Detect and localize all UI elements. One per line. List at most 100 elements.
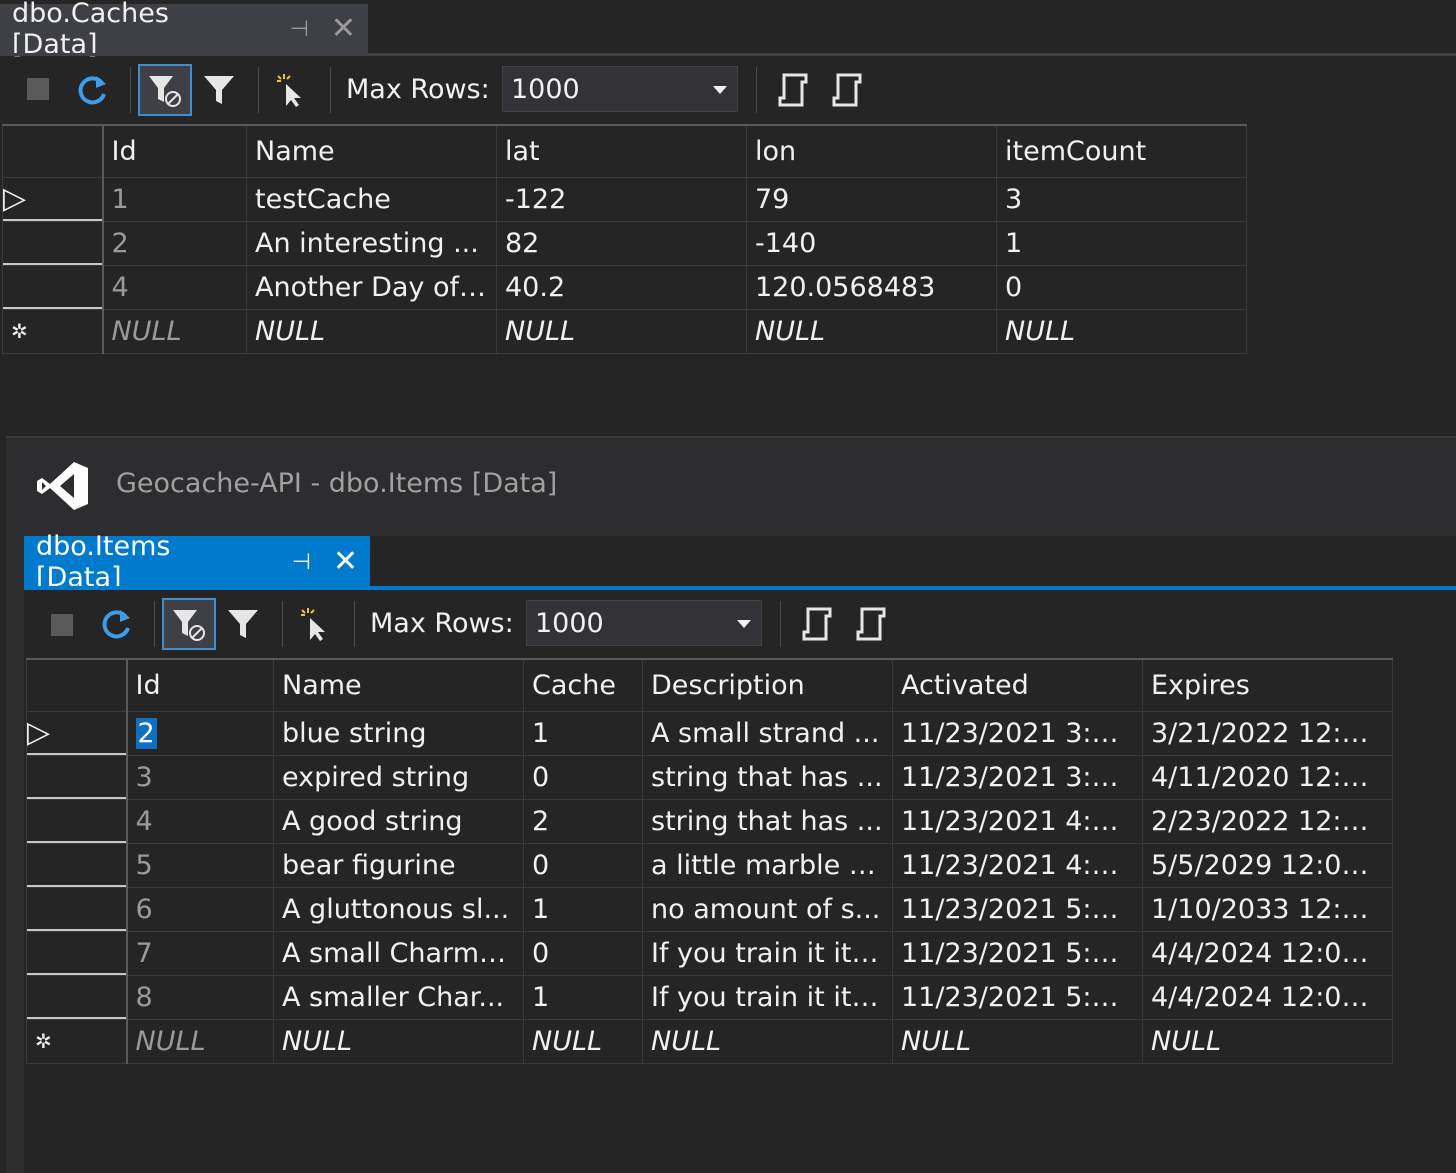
cell[interactable]: expired string [273, 754, 524, 800]
row-header[interactable]: ▷ [26, 710, 128, 756]
cell[interactable]: If you train it it ... [642, 930, 893, 976]
cell[interactable]: NULL [273, 1018, 524, 1064]
cell[interactable]: NULL [523, 1018, 643, 1064]
table-row[interactable]: 4 A good string 2 string that has ... 11… [26, 798, 1393, 844]
cell[interactable]: no amount of s... [642, 886, 893, 932]
filter-button[interactable] [226, 606, 260, 642]
refresh-button[interactable] [74, 72, 110, 110]
cell[interactable]: 0 [523, 754, 643, 800]
cell[interactable]: If you train it it ... [642, 974, 893, 1020]
column-header-lon[interactable]: lon [746, 124, 997, 178]
cell[interactable]: 4 [102, 264, 247, 310]
cell[interactable]: 5/5/2029 12:00:... [1142, 842, 1393, 888]
stop-button[interactable] [51, 614, 73, 636]
column-header-expires[interactable]: Expires [1142, 658, 1393, 712]
cell[interactable]: 2 [523, 798, 643, 844]
cell[interactable]: 6 [126, 886, 274, 932]
cell-selected[interactable]: 2 [126, 710, 274, 756]
row-header[interactable] [26, 886, 128, 932]
cell[interactable]: -140 [746, 220, 997, 266]
row-header-corner[interactable] [2, 124, 104, 178]
close-icon[interactable]: ✕ [331, 14, 356, 44]
max-rows-select[interactable]: 1000 [526, 600, 762, 646]
script-button[interactable] [774, 72, 810, 108]
cell[interactable]: -122 [496, 176, 747, 222]
cell[interactable]: NULL [1142, 1018, 1393, 1064]
cell[interactable]: 1/10/2033 12:0... [1142, 886, 1393, 932]
cell[interactable]: 3 [996, 176, 1247, 222]
cell[interactable]: 0 [523, 842, 643, 888]
column-header-description[interactable]: Description [642, 658, 893, 712]
select-button[interactable] [276, 74, 306, 108]
cell[interactable]: 11/23/2021 3:2... [892, 710, 1143, 756]
row-header[interactable] [26, 754, 128, 800]
cell[interactable]: A gluttonous sl... [273, 886, 524, 932]
cell[interactable]: 11/23/2021 5:1... [892, 974, 1143, 1020]
cell[interactable]: Another Day of ... [246, 264, 497, 310]
row-header[interactable] [2, 220, 104, 266]
cell[interactable]: 4/4/2024 12:00:... [1142, 974, 1393, 1020]
cell[interactable]: 11/23/2021 5:1... [892, 886, 1143, 932]
column-header-name[interactable]: Name [246, 124, 497, 178]
script-button[interactable] [798, 606, 834, 642]
cell[interactable]: string that has ... [642, 798, 893, 844]
max-rows-select[interactable]: 1000 [502, 66, 738, 112]
cell[interactable]: 1 [523, 710, 643, 756]
cell[interactable]: 0 [523, 930, 643, 976]
table-row[interactable]: 8 A smaller Char... 1 If you train it it… [26, 974, 1393, 1020]
column-header-lat[interactable]: lat [496, 124, 747, 178]
row-header[interactable] [2, 264, 104, 310]
cell[interactable]: 2/23/2022 12:0... [1142, 798, 1393, 844]
column-header-name[interactable]: Name [273, 658, 524, 712]
stop-button[interactable] [27, 78, 49, 100]
cell[interactable]: NULL [892, 1018, 1143, 1064]
script-file-button[interactable] [828, 72, 864, 108]
row-header[interactable] [26, 974, 128, 1020]
table-row[interactable]: 5 bear figurine 0 a little marble fi... … [26, 842, 1393, 888]
cell[interactable]: NULL [102, 308, 247, 354]
cell[interactable]: 8 [126, 974, 274, 1020]
refresh-button[interactable] [98, 606, 134, 644]
script-file-button[interactable] [852, 606, 888, 642]
new-row[interactable]: ✲ NULL NULL NULL NULL NULL NULL [26, 1018, 1393, 1064]
cell[interactable]: NULL [246, 308, 497, 354]
row-header[interactable] [26, 930, 128, 976]
cell[interactable]: NULL [996, 308, 1247, 354]
cell[interactable]: NULL [496, 308, 747, 354]
new-row[interactable]: ✲ NULL NULL NULL NULL NULL [2, 308, 1247, 354]
cell[interactable]: NULL [642, 1018, 893, 1064]
column-header-activated[interactable]: Activated [892, 658, 1143, 712]
selected-cell-value[interactable]: 2 [135, 717, 157, 749]
cell[interactable]: 11/23/2021 3:2... [892, 754, 1143, 800]
cell[interactable]: 11/23/2021 4:2... [892, 842, 1143, 888]
cell[interactable]: 5 [126, 842, 274, 888]
column-header-id[interactable]: Id [102, 124, 247, 178]
cell[interactable]: An interesting ... [246, 220, 497, 266]
cell[interactable]: 4/11/2020 12:0... [1142, 754, 1393, 800]
cell[interactable]: 3/21/2022 12:0... [1142, 710, 1393, 756]
cell[interactable]: A smaller Char... [273, 974, 524, 1020]
cell[interactable]: string that has ... [642, 754, 893, 800]
pin-icon[interactable]: ⊣ [292, 550, 311, 575]
table-row[interactable]: 4 Another Day of ... 40.2 120.0568483 0 [2, 264, 1247, 310]
tab-items[interactable]: dbo.Items [Data] ⊣ ✕ [24, 531, 370, 593]
cell[interactable]: 40.2 [496, 264, 747, 310]
column-header-itemcount[interactable]: itemCount [996, 124, 1247, 178]
cell[interactable]: 1 [102, 176, 247, 222]
cell[interactable]: a little marble fi... [642, 842, 893, 888]
cell[interactable]: 4/4/2024 12:00:... [1142, 930, 1393, 976]
table-row[interactable]: 6 A gluttonous sl... 1 no amount of s...… [26, 886, 1393, 932]
cell[interactable]: 4 [126, 798, 274, 844]
table-row[interactable]: 3 expired string 0 string that has ... 1… [26, 754, 1393, 800]
pin-icon[interactable]: ⊣ [290, 17, 309, 42]
cell[interactable]: 1 [996, 220, 1247, 266]
filter-button[interactable] [202, 72, 236, 108]
cell[interactable]: 11/23/2021 4:2... [892, 798, 1143, 844]
table-row[interactable]: 7 A small Charma... 0 If you train it it… [26, 930, 1393, 976]
cell[interactable]: 11/23/2021 5:1... [892, 930, 1143, 976]
cell[interactable]: NULL [746, 308, 997, 354]
cell[interactable]: 79 [746, 176, 997, 222]
column-header-id[interactable]: Id [126, 658, 274, 712]
cell[interactable]: 7 [126, 930, 274, 976]
cell[interactable]: 1 [523, 974, 643, 1020]
